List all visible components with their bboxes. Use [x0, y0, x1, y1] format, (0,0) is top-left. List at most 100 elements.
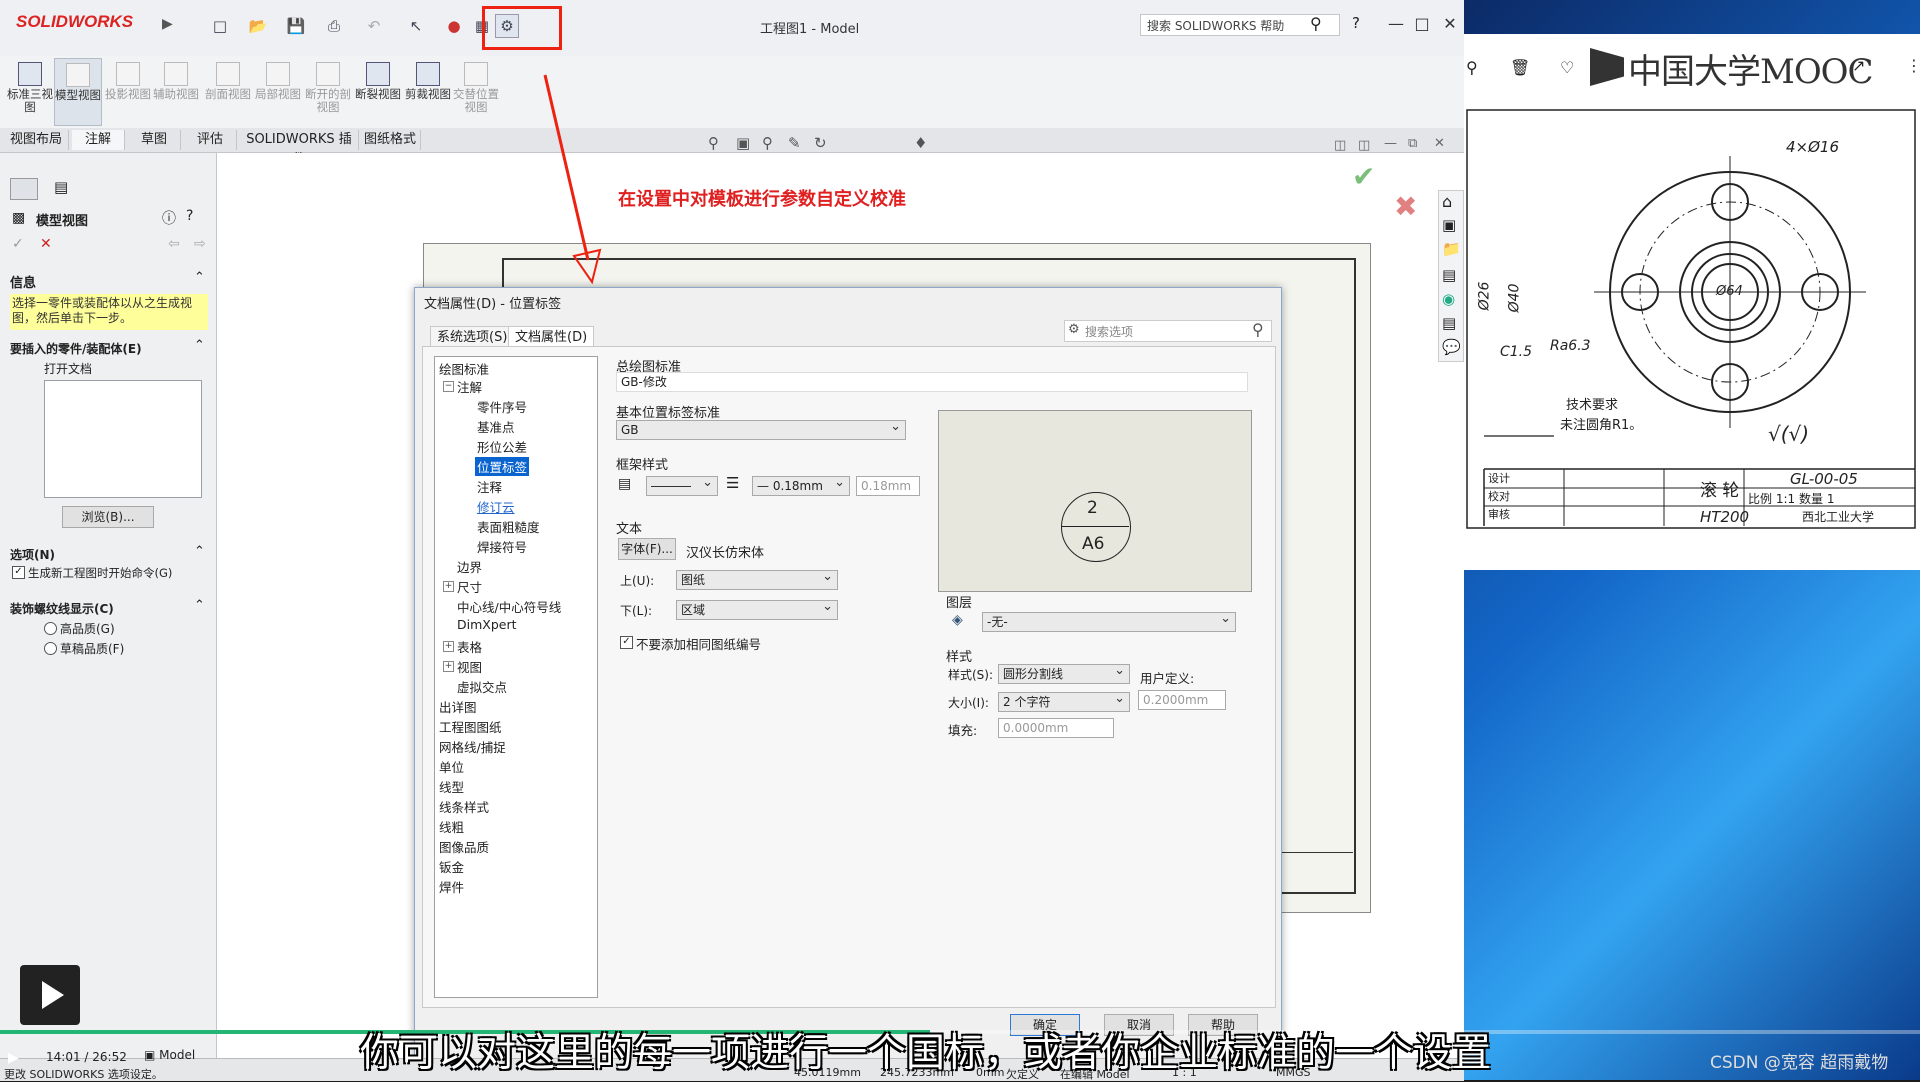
help-icon[interactable]: ? [186, 208, 193, 224]
back-arrow-icon[interactable]: ⇦ [168, 236, 180, 252]
tree-item[interactable]: 表面粗糙度 [477, 517, 540, 536]
tree-item[interactable]: 零件序号 [477, 397, 527, 416]
tree-expand-icon[interactable]: + [443, 641, 454, 652]
tree-item[interactable]: 表格 [457, 637, 482, 656]
share-icon[interactable]: ↗ [1852, 56, 1865, 75]
tab-evaluate[interactable]: 评估 [184, 130, 237, 150]
open-documents-list[interactable] [44, 380, 202, 498]
line-style-select[interactable] [646, 474, 718, 496]
minimize-button[interactable]: — [1386, 14, 1406, 34]
rotate-icon[interactable]: ↻ [814, 134, 827, 152]
play-button[interactable] [20, 965, 80, 1025]
cancel-x-icon[interactable]: ✕ [40, 236, 52, 252]
tab-view-layout[interactable]: 视图布局 [4, 130, 69, 150]
save-icon[interactable]: 💾 [284, 14, 308, 38]
undo-icon[interactable]: ↶ [362, 14, 386, 38]
fill-input[interactable]: 0.0000mm [998, 718, 1114, 738]
minimize-button[interactable]: — [1384, 136, 1397, 151]
tree-item[interactable]: 网格线/捕捉 [439, 737, 506, 756]
play-small-icon[interactable]: ▶ [8, 1050, 19, 1066]
tree-expand-icon[interactable]: + [443, 581, 454, 592]
custom-properties-icon[interactable]: ▤ [1442, 314, 1456, 332]
tree-item[interactable]: 焊件 [439, 877, 464, 896]
font-button[interactable]: 字体(F)... [618, 538, 676, 560]
tab-addins[interactable]: SOLIDWORKS 插件 [240, 130, 359, 167]
tree-item[interactable]: 线粗 [439, 817, 464, 836]
tree-item[interactable]: 视图 [457, 657, 482, 676]
options-search-input[interactable]: 搜索选项 [1064, 320, 1272, 342]
print-icon[interactable]: ⎙ [322, 14, 346, 38]
zoom-area-icon[interactable]: ▣ [736, 134, 750, 152]
viewport-icon[interactable]: ◫ [1334, 138, 1346, 153]
cmd-projected-view[interactable]: 投影视图 [104, 58, 152, 126]
hide-show-icon[interactable]: ♦ [914, 134, 927, 152]
help-icon[interactable]: ? [1352, 14, 1360, 32]
lower-select[interactable]: 区域 [676, 598, 838, 620]
tree-expand-icon[interactable]: + [443, 661, 454, 672]
tree-item[interactable]: DimXpert [457, 617, 517, 632]
tab-sketch[interactable]: 草图 [128, 130, 181, 150]
pan-icon[interactable]: ✎ [788, 134, 801, 152]
viewport-icon[interactable]: ◫ [1358, 138, 1370, 153]
tree-item[interactable]: 图像品质 [439, 837, 489, 856]
browse-button[interactable]: 浏览(B)... [62, 506, 154, 528]
tree-item[interactable]: 线条样式 [439, 797, 489, 816]
help-icon[interactable]: ⓘ [162, 208, 176, 228]
appearances-icon[interactable]: ◉ [1442, 290, 1455, 308]
tree-item[interactable]: 焊接符号 [477, 537, 527, 556]
model-tab[interactable]: ▣ Model [144, 1048, 195, 1062]
next-arrow-icon[interactable]: ⇨ [194, 236, 206, 252]
cmd-detail-view[interactable]: 局部视图 [254, 58, 302, 126]
restore-button[interactable]: ⧉ [1408, 136, 1417, 151]
tree-item-selected[interactable]: 位置标签 [475, 457, 530, 476]
high-quality-radio[interactable] [44, 622, 57, 635]
user-defined-input[interactable]: 0.2000mm [1138, 690, 1226, 710]
base-standard-select[interactable]: GB [616, 418, 906, 440]
view-palette-icon[interactable]: ▤ [1442, 266, 1456, 284]
search-icon[interactable]: ⚲ [1252, 320, 1264, 339]
no-same-sheet-checkbox[interactable]: ✓ [620, 636, 633, 649]
tab-sheet-format[interactable]: 图纸格式 [360, 130, 421, 150]
tree-item[interactable]: 钣金 [439, 857, 464, 876]
tree-collapse-icon[interactable]: − [443, 381, 454, 392]
new-file-icon[interactable]: □ [208, 14, 232, 38]
delete-icon[interactable]: 🗑 [1510, 58, 1530, 77]
cmd-section-view[interactable]: 剖面视图 [204, 58, 252, 126]
menu-expand-icon[interactable]: ▶ [162, 16, 173, 34]
cmd-model-view[interactable]: 模型视图 [54, 58, 102, 126]
tree-item[interactable]: 虚拟交点 [457, 677, 507, 696]
chevron-up-icon[interactable]: ⌃ [194, 338, 205, 353]
tree-item[interactable]: 出详图 [439, 697, 477, 716]
cmd-break-view[interactable]: 断裂视图 [354, 58, 402, 126]
maximize-button[interactable]: □ [1412, 14, 1432, 34]
tree-item[interactable]: 基准点 [477, 417, 515, 436]
search-icon[interactable]: ⚲ [1310, 14, 1322, 33]
tree-item[interactable]: 中心线/中心符号线 [457, 597, 561, 616]
chevron-up-icon[interactable]: ⌃ [194, 544, 205, 559]
style-select[interactable]: 圆形分割线 [998, 662, 1130, 684]
close-button[interactable]: ✕ [1434, 136, 1445, 151]
start-command-checkbox[interactable]: ✓ [12, 566, 25, 579]
open-file-icon[interactable]: 📂 [246, 14, 270, 38]
tree-item[interactable]: 注解 [457, 377, 482, 396]
tree-item[interactable]: 工程图图纸 [439, 717, 502, 736]
cmd-standard-3view[interactable]: 标准三视图 [6, 58, 54, 126]
feature-tree-tab-icon[interactable] [10, 178, 38, 200]
tree-item[interactable]: 尺寸 [457, 577, 482, 596]
cancel-x-icon[interactable]: ✖ [1394, 190, 1417, 223]
cmd-crop-view[interactable]: 剪裁视图 [404, 58, 452, 126]
draft-quality-radio[interactable] [44, 642, 57, 655]
tab-annotation[interactable]: 注解 [72, 130, 125, 150]
forum-icon[interactable]: 💬 [1442, 338, 1461, 356]
chevron-up-icon[interactable]: ⌃ [194, 598, 205, 613]
more-icon[interactable]: ⋮ [1906, 56, 1920, 75]
confirm-check-icon[interactable]: ✔ [1352, 160, 1375, 193]
upper-select[interactable]: 图纸 [676, 568, 838, 590]
line-weight-select[interactable]: — 0.18mm [752, 474, 850, 496]
solidworks-logo[interactable]: SOLIDWORKS [16, 12, 156, 44]
size-select[interactable]: 2 个字符 [998, 690, 1130, 712]
select-icon[interactable]: ↖ [404, 14, 428, 38]
zoom-icon[interactable]: ⚲ [1466, 58, 1478, 77]
chevron-up-icon[interactable]: ⌃ [194, 270, 205, 285]
tree-item-hover[interactable]: 修订云 [477, 497, 515, 516]
